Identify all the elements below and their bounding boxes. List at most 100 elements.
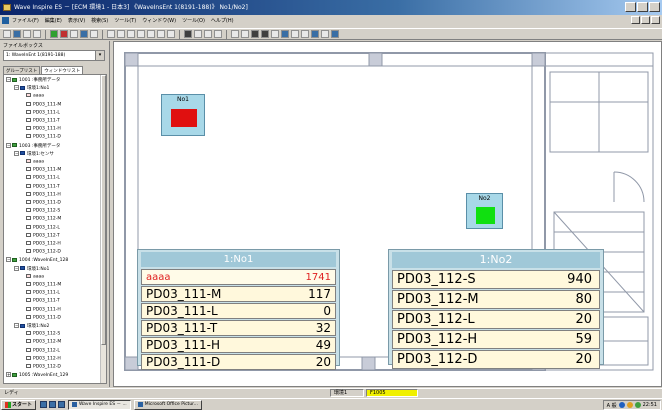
toolbar-button-icon[interactable] xyxy=(311,30,319,38)
data-row[interactable]: PD03_111-M 117 xyxy=(141,286,336,302)
start-button[interactable]: スタート xyxy=(1,399,37,410)
toolbar-button-icon[interactable] xyxy=(231,30,239,38)
toolbar-button-icon[interactable] xyxy=(204,30,212,38)
menu-item[interactable]: 表示(V) xyxy=(68,15,85,27)
menu-item[interactable]: 編集(E) xyxy=(45,15,62,27)
toolbar-button-icon[interactable] xyxy=(281,30,289,38)
data-row[interactable]: PD03_111-T 32 xyxy=(141,320,336,336)
tree-item[interactable]: PD03_112-M xyxy=(26,339,61,345)
menu-item[interactable]: ヘルプ(H) xyxy=(211,15,234,27)
tree-item[interactable]: PD03_111-H xyxy=(26,191,61,197)
toolbar-button-icon[interactable] xyxy=(33,30,41,38)
tree-item[interactable]: PD03_112-L xyxy=(26,347,60,353)
tree-item[interactable]: PD03_112-L xyxy=(26,224,60,230)
toolbar-button-icon[interactable] xyxy=(13,30,21,38)
tree-item[interactable]: aaaa xyxy=(26,93,44,99)
tree-item[interactable]: PD03_112-H xyxy=(26,355,61,361)
close-button[interactable] xyxy=(649,2,660,12)
sensor-no1[interactable]: No1 xyxy=(161,94,205,136)
tree-item[interactable]: PD03_111-T xyxy=(26,298,60,304)
toolbar-button-icon[interactable] xyxy=(60,30,68,38)
ie-icon[interactable] xyxy=(40,401,48,408)
tree-item[interactable]: PD03_111-T xyxy=(26,118,60,124)
toolbar-button-icon[interactable] xyxy=(157,30,165,38)
taskbar-task-button[interactable]: Microsoft Office Pictur... xyxy=(133,399,202,410)
toolbar-button-icon[interactable] xyxy=(117,30,125,38)
mdi-close-button[interactable] xyxy=(651,16,660,24)
tree-item[interactable]: PD03_111-M xyxy=(26,282,61,288)
tree-item[interactable]: − 環境1:No1 xyxy=(14,265,49,272)
toolbar-button-icon[interactable] xyxy=(3,30,11,38)
data-row[interactable]: PD03_112-H 59 xyxy=(392,330,600,349)
minimize-button[interactable] xyxy=(625,2,636,12)
toolbar-button-icon[interactable] xyxy=(261,30,269,38)
tree-expander-icon[interactable]: − xyxy=(6,77,11,82)
tree-item[interactable]: PD03_111-H xyxy=(26,306,61,312)
tree-item[interactable]: PD03_111-L xyxy=(26,109,60,115)
toolbar-button-icon[interactable] xyxy=(291,30,299,38)
tree-item[interactable]: PD03_111-M xyxy=(26,101,61,107)
document-icon[interactable] xyxy=(2,17,9,24)
toolbar-button-icon[interactable] xyxy=(194,30,202,38)
tree-item[interactable]: − 1001 :事務所データ xyxy=(6,77,60,83)
tree-scrollbar[interactable] xyxy=(100,75,106,383)
toolbar-button-icon[interactable] xyxy=(137,30,145,38)
toolbar-button-icon[interactable] xyxy=(70,30,78,38)
menu-item[interactable]: ウィンドウ(W) xyxy=(142,15,176,27)
toolbar-button-icon[interactable] xyxy=(107,30,115,38)
toolbar-button-icon[interactable] xyxy=(321,30,329,38)
menu-item[interactable]: 検索(S) xyxy=(91,15,108,27)
tree-item[interactable]: aaaa xyxy=(26,159,44,165)
toolbar-button-icon[interactable] xyxy=(184,30,192,38)
data-row[interactable]: aaaa 1741 xyxy=(141,269,336,285)
data-row[interactable]: PD03_112-L 20 xyxy=(392,310,600,329)
tree-expander-icon[interactable]: − xyxy=(6,257,11,263)
toolbar-button-icon[interactable] xyxy=(331,30,339,38)
tree-expander-icon[interactable]: − xyxy=(14,150,19,156)
tree-item[interactable]: PD03_112-S xyxy=(26,208,60,214)
tree-item[interactable]: +1005 :WaveInEnt_129 xyxy=(6,372,68,378)
toolbar-button-icon[interactable] xyxy=(167,30,175,38)
tree-item[interactable]: PD03_112-T xyxy=(26,232,60,238)
sensor-no2[interactable]: No2 xyxy=(466,193,503,229)
outlook-icon[interactable] xyxy=(49,401,57,408)
toolbar-button-icon[interactable] xyxy=(147,30,155,38)
ime-indicator[interactable]: A 般 xyxy=(607,402,617,409)
data-row[interactable]: PD03_111-D 20 xyxy=(141,354,336,370)
tree-item[interactable]: PD03_111-M xyxy=(26,167,61,173)
tree-item[interactable]: PD03_111-H xyxy=(26,126,61,132)
toolbar-button-icon[interactable] xyxy=(23,30,31,38)
tree-item[interactable]: − 環境1:No1 xyxy=(14,85,49,91)
data-row[interactable]: PD03_111-L 0 xyxy=(141,303,336,319)
toolbar-button-icon[interactable] xyxy=(90,30,98,38)
tree-expander-icon[interactable]: − xyxy=(6,142,11,148)
toolbar-button-icon[interactable] xyxy=(271,30,279,38)
data-row[interactable]: PD03_112-D 20 xyxy=(392,350,600,369)
data-panel-no2[interactable]: 1:No2 PD03_112-S 940 PD03_112-M 80 PD03_112-… xyxy=(388,249,604,369)
menu-item[interactable]: ファイル(F) xyxy=(12,15,39,27)
tree-item[interactable]: PD03_111-D xyxy=(26,200,61,206)
tree-item[interactable]: PD03_112-M xyxy=(26,216,61,222)
tree-expander-icon[interactable]: + xyxy=(6,372,11,378)
toolbar-button-icon[interactable] xyxy=(214,30,222,38)
tree-item[interactable]: PD03_112-D xyxy=(26,364,61,370)
security-icon[interactable] xyxy=(626,402,633,408)
data-row[interactable]: PD03_111-H 49 xyxy=(141,337,336,353)
chevron-down-icon[interactable]: ▾ xyxy=(95,51,104,60)
data-row[interactable]: PD03_112-S 940 xyxy=(392,270,600,289)
mdi-restore-button[interactable] xyxy=(641,16,650,24)
menu-item[interactable]: ツール(T) xyxy=(114,15,136,27)
tree-expander-icon[interactable]: − xyxy=(14,323,19,328)
data-panel-no1[interactable]: 1:No1 aaaa 1741 PD03_111-M 117 PD03_111-L 0 PD… xyxy=(137,249,340,370)
tree-item[interactable]: PD03_111-T xyxy=(26,183,60,189)
tree-item[interactable]: − 環境1:センサ xyxy=(14,150,54,157)
device-combo[interactable]: 1: WaveInEnt 1(8191-188) ▾ xyxy=(3,50,105,61)
toolbar-button-icon[interactable] xyxy=(127,30,135,38)
menu-item[interactable]: ツール(O) xyxy=(182,15,205,27)
mdi-minimize-button[interactable] xyxy=(631,16,640,24)
toolbar-button-icon[interactable] xyxy=(80,30,88,38)
tree-item[interactable]: PD03_112-S xyxy=(26,331,60,337)
toolbar-button-icon[interactable] xyxy=(50,30,58,38)
maximize-button[interactable] xyxy=(637,2,648,12)
toolbar-button-icon[interactable] xyxy=(251,30,259,38)
